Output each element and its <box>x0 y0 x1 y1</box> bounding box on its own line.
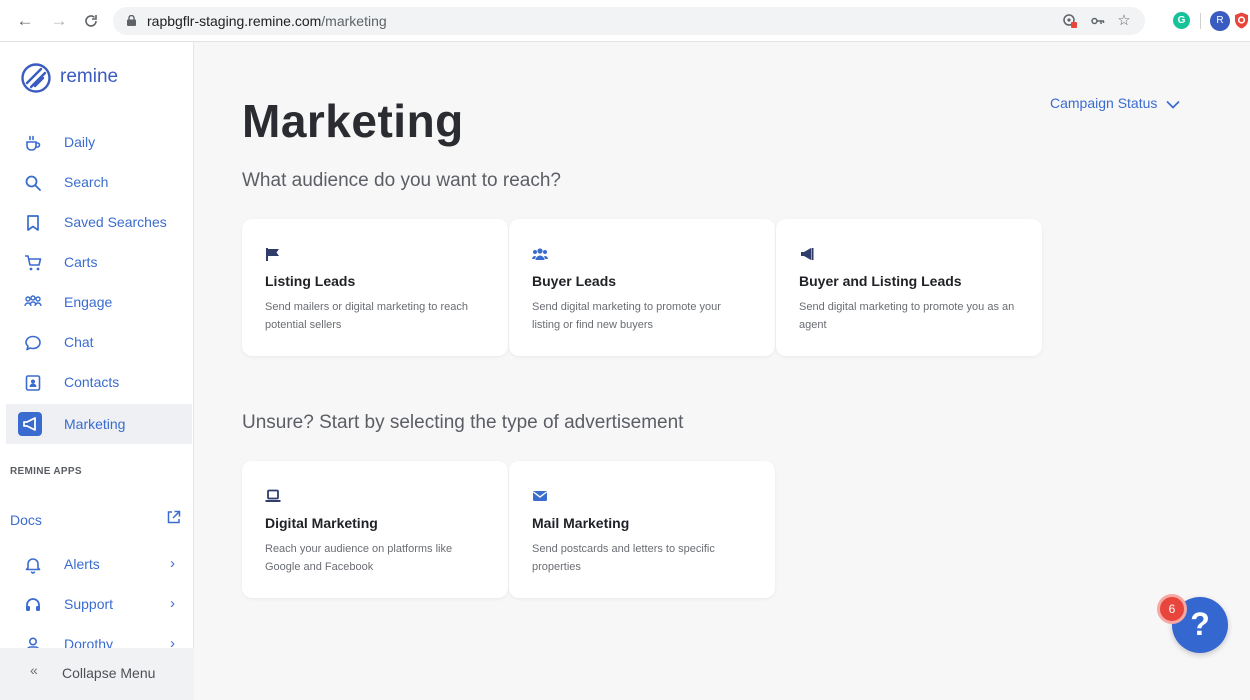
extension-shield-icon[interactable] <box>1234 12 1249 29</box>
forward-icon[interactable]: → <box>48 10 70 32</box>
sidebar-item-label: Alerts <box>64 556 100 572</box>
digital-marketing-card[interactable]: Digital Marketing Reach your audience on… <box>242 461 508 598</box>
mail-marketing-card[interactable]: Mail Marketing Send postcards and letter… <box>509 461 775 598</box>
profile-avatar[interactable]: R <box>1210 11 1230 31</box>
page-title: Marketing <box>242 95 464 147</box>
megaphone-icon <box>18 412 42 436</box>
sidebar-item-search[interactable]: Search <box>6 162 192 202</box>
ad-type-question: Unsure? Start by selecting the type of a… <box>242 412 684 433</box>
sidebar-item-label: Contacts <box>64 374 120 390</box>
bookmark-icon <box>27 215 39 231</box>
card-description: Send digital marketing to promote you as… <box>799 301 1015 331</box>
location-blocked-icon[interactable] <box>1059 10 1081 32</box>
key-icon[interactable] <box>1087 10 1109 32</box>
sidebar-item-label: Daily <box>64 134 96 150</box>
contact-card-icon <box>25 375 41 391</box>
sidebar-item-saved-searches[interactable]: Saved Searches <box>6 202 192 242</box>
remine-apps-heading: REMINE APPS <box>10 466 82 477</box>
buyer-and-listing-leads-card[interactable]: Buyer and Listing Leads Send digital mar… <box>776 219 1042 356</box>
card-description: Send mailers or digital marketing to rea… <box>265 301 468 331</box>
docs-link[interactable]: Docs <box>10 512 42 528</box>
card-title: Buyer Leads <box>532 273 617 289</box>
sidebar-item-carts[interactable]: Carts <box>6 242 192 282</box>
double-chevron-left-icon: « <box>30 662 38 678</box>
star-icon[interactable]: ☆ <box>1113 10 1135 32</box>
laptop-icon <box>265 489 281 502</box>
search-icon <box>25 175 41 191</box>
collapse-menu-button[interactable]: « Collapse Menu <box>0 648 194 700</box>
brand-name: remine <box>60 66 119 87</box>
bell-icon <box>25 558 41 574</box>
sidebar-item-label: Saved Searches <box>64 214 167 230</box>
card-title: Buyer and Listing Leads <box>799 273 962 289</box>
card-description: Send digital marketing to promote your l… <box>532 301 721 331</box>
sidebar: remine Daily Search Saved Searches Carts… <box>0 42 194 700</box>
sidebar-item-label: Support <box>64 596 114 612</box>
grammarly-extension-icon[interactable]: G <box>1173 12 1190 29</box>
sidebar-item-contacts[interactable]: Contacts <box>6 362 192 402</box>
headset-icon <box>26 598 40 611</box>
people-icon <box>24 295 42 307</box>
sidebar-item-label: Carts <box>64 254 98 270</box>
sidebar-item-chat[interactable]: Chat <box>6 322 192 362</box>
remine-logo-icon <box>21 63 51 93</box>
collapse-menu-label: Collapse Menu <box>62 665 156 681</box>
sidebar-item-daily[interactable]: Daily <box>6 122 192 162</box>
megaphone-icon <box>801 248 814 260</box>
chat-bubble-icon <box>25 335 41 351</box>
card-description: Send postcards and letters to specific p… <box>532 543 715 573</box>
card-title: Listing Leads <box>265 273 356 289</box>
chevron-right-icon: › <box>170 595 175 612</box>
sidebar-item-support[interactable]: Support › <box>6 584 192 624</box>
external-link-icon[interactable] <box>166 510 181 525</box>
card-title: Digital Marketing <box>265 515 378 531</box>
card-title: Mail Marketing <box>532 515 630 531</box>
cart-icon <box>25 255 42 271</box>
sidebar-item-engage[interactable]: Engage <box>6 282 192 322</box>
chevron-right-icon: › <box>170 555 175 572</box>
coffee-icon <box>26 135 41 151</box>
buyer-leads-card[interactable]: Buyer Leads Send digital marketing to pr… <box>509 219 775 356</box>
reload-icon[interactable] <box>80 10 102 32</box>
audience-question: What audience do you want to reach? <box>242 170 561 191</box>
users-icon <box>532 248 548 260</box>
card-description: Reach your audience on platforms like Go… <box>265 543 453 573</box>
campaign-status-label: Campaign Status <box>1050 95 1158 111</box>
chevron-down-icon <box>1166 100 1180 109</box>
sidebar-item-marketing[interactable]: Marketing <box>6 404 192 444</box>
campaign-status-dropdown[interactable]: Campaign Status <box>1050 95 1180 111</box>
url-text: rapbgflr-staging.remine.com/marketing <box>147 13 387 29</box>
address-bar[interactable]: rapbgflr-staging.remine.com/marketing <box>113 7 1145 35</box>
sidebar-item-alerts[interactable]: Alerts › <box>6 544 192 584</box>
envelope-icon <box>533 491 547 501</box>
lock-icon <box>127 15 136 26</box>
browser-toolbar: ← → rapbgflr-staging.remine.com/marketin… <box>0 0 1250 42</box>
back-icon[interactable]: ← <box>14 10 36 32</box>
notification-badge[interactable]: 6 <box>1157 594 1187 624</box>
sidebar-item-label: Search <box>64 174 109 190</box>
listing-leads-card[interactable]: Listing Leads Send mailers or digital ma… <box>242 219 508 356</box>
flag-icon <box>266 248 279 261</box>
sidebar-item-label: Marketing <box>64 416 126 432</box>
toolbar-divider <box>1200 13 1201 29</box>
sidebar-item-label: Engage <box>64 294 113 310</box>
sidebar-item-label: Chat <box>64 334 94 350</box>
